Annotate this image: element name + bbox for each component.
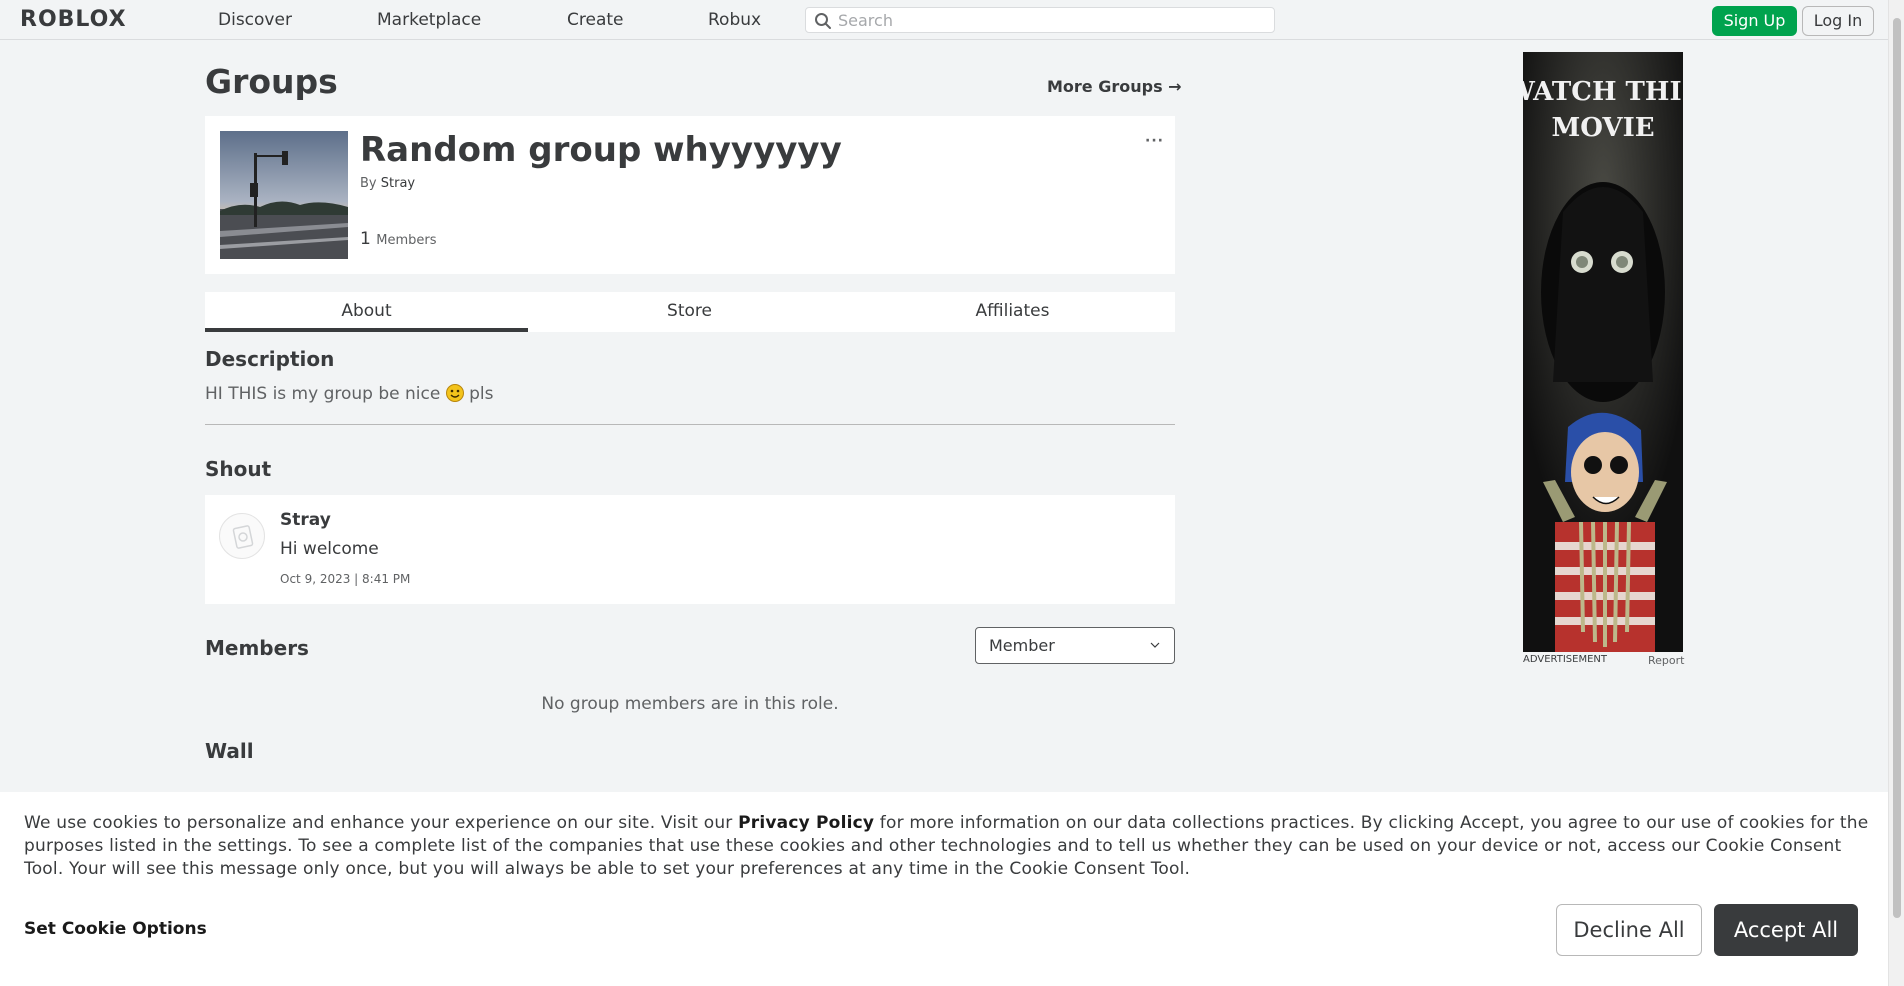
search-icon bbox=[815, 13, 831, 29]
role-dropdown[interactable]: Member bbox=[975, 627, 1175, 664]
advertisement-label: ADVERTISEMENT bbox=[1523, 654, 1608, 665]
ad-headline-line2: MOVIE bbox=[1551, 113, 1654, 143]
top-navigation-bar: ROBLOX Discover Marketplace Create Robux… bbox=[0, 0, 1888, 40]
description-text: HI THIS is my group be nice pls bbox=[205, 384, 494, 404]
description-text-end: pls bbox=[469, 384, 494, 404]
group-tabs: About Store Affiliates bbox=[205, 292, 1175, 332]
sign-up-button[interactable]: Sign Up bbox=[1712, 6, 1797, 36]
group-owner-line: By Stray bbox=[360, 176, 415, 191]
tab-affiliates[interactable]: Affiliates bbox=[851, 292, 1174, 332]
more-options-icon[interactable]: ··· bbox=[1145, 133, 1164, 149]
log-in-button[interactable]: Log In bbox=[1802, 6, 1874, 36]
shout-timestamp: Oct 9, 2023 | 8:41 PM bbox=[280, 572, 411, 586]
shout-card: Stray Hi welcome Oct 9, 2023 | 8:41 PM bbox=[205, 495, 1175, 604]
cookie-banner: We use cookies to personalize and enhanc… bbox=[0, 792, 1888, 986]
search-input[interactable] bbox=[838, 10, 1258, 30]
roblox-logo[interactable]: ROBLOX bbox=[20, 7, 127, 32]
section-divider bbox=[205, 424, 1175, 425]
description-title: Description bbox=[205, 347, 335, 371]
more-groups-link[interactable]: More Groups → bbox=[1047, 77, 1182, 96]
privacy-policy-link[interactable]: Privacy Policy bbox=[738, 813, 874, 833]
group-emblem-image bbox=[220, 131, 348, 259]
member-count-value: 1 bbox=[360, 229, 371, 249]
nav-create[interactable]: Create bbox=[567, 10, 624, 30]
shout-title: Shout bbox=[205, 457, 272, 481]
members-title: Members bbox=[205, 636, 309, 660]
search-box bbox=[805, 7, 1275, 33]
group-member-count: 1 Members bbox=[360, 229, 436, 249]
scrollbar-thumb[interactable] bbox=[1893, 18, 1901, 918]
tab-about[interactable]: About bbox=[205, 292, 528, 332]
nav-discover[interactable]: Discover bbox=[218, 10, 292, 30]
group-name: Random group whyyyyyy bbox=[360, 130, 842, 170]
nav-robux[interactable]: Robux bbox=[708, 10, 761, 30]
shout-message: Hi welcome bbox=[280, 539, 379, 559]
description-text-start: HI THIS is my group be nice bbox=[205, 384, 441, 404]
nav-marketplace[interactable]: Marketplace bbox=[377, 10, 481, 30]
cookie-text-part1: We use cookies to personalize and enhanc… bbox=[24, 813, 733, 833]
advertisement-banner[interactable]: WATCH THIS MOVIE bbox=[1523, 52, 1683, 652]
chevron-down-icon bbox=[1150, 642, 1160, 648]
smiley-icon bbox=[445, 384, 464, 402]
report-ad-link[interactable]: Report bbox=[1648, 654, 1684, 667]
no-members-message: No group members are in this role. bbox=[541, 694, 839, 714]
group-by-prefix: By bbox=[360, 176, 377, 191]
accept-all-button[interactable]: Accept All bbox=[1714, 904, 1858, 956]
role-dropdown-value: Member bbox=[989, 636, 1055, 655]
page-scrollbar[interactable] bbox=[1888, 0, 1904, 986]
shout-author-link[interactable]: Stray bbox=[280, 510, 331, 530]
decline-all-button[interactable]: Decline All bbox=[1556, 904, 1702, 956]
tab-store[interactable]: Store bbox=[528, 292, 851, 332]
avatar[interactable] bbox=[219, 513, 265, 559]
ad-headline-line1: WATCH THIS bbox=[1523, 77, 1683, 107]
page-title: Groups bbox=[205, 62, 338, 101]
cookie-message: We use cookies to personalize and enhanc… bbox=[24, 812, 1874, 881]
member-count-label: Members bbox=[376, 233, 437, 248]
group-owner-link[interactable]: Stray bbox=[381, 176, 415, 191]
wall-title: Wall bbox=[205, 739, 254, 763]
group-header-card: Random group whyyyyyy By Stray 1 Members… bbox=[205, 116, 1175, 274]
set-cookie-options-link[interactable]: Set Cookie Options bbox=[24, 919, 207, 939]
